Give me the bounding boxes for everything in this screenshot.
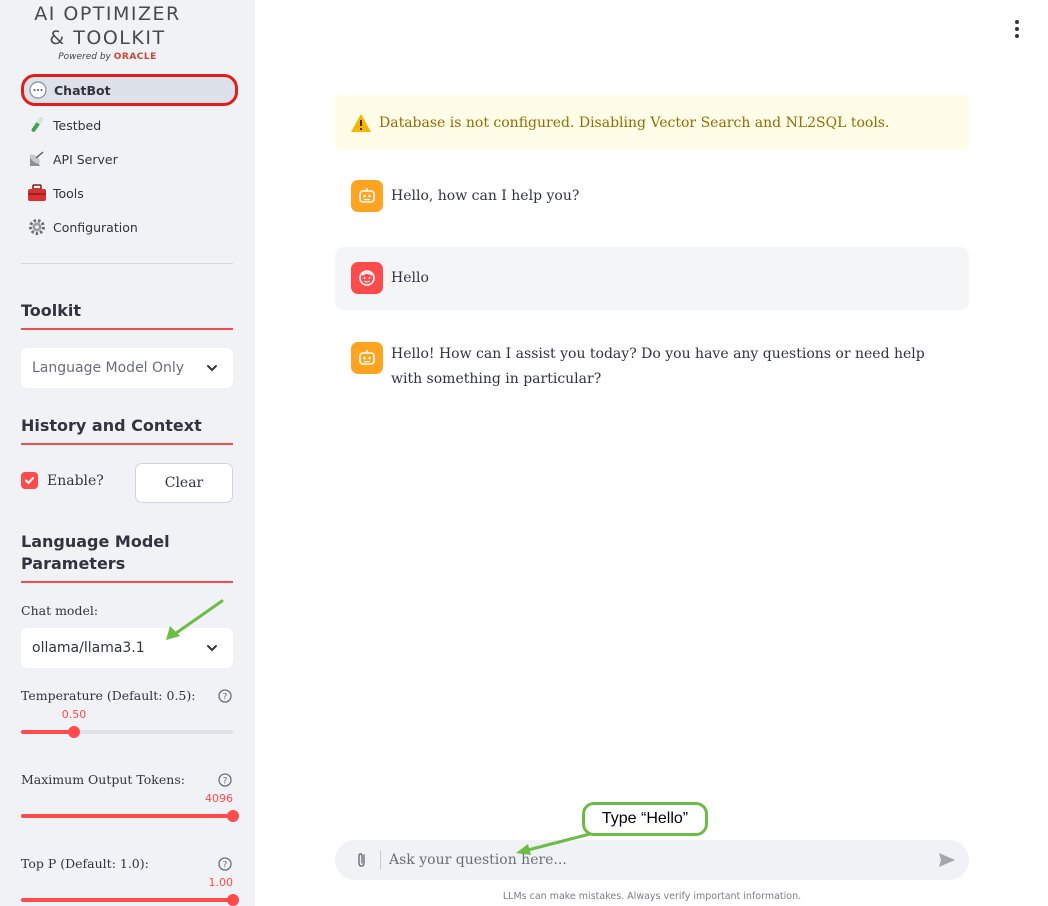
satellite-dish-icon [27, 149, 47, 169]
chat-input-bar [335, 840, 969, 880]
nav-label-chatbot: ChatBot [54, 82, 111, 98]
history-title: History and Context [21, 415, 233, 445]
svg-text:?: ? [223, 861, 228, 871]
warning-icon [351, 113, 371, 132]
send-icon[interactable] [937, 850, 957, 870]
menu-dot [1015, 20, 1019, 24]
logo-line-2: & TOOLKIT [49, 27, 166, 49]
nav-label-configuration: Configuration [53, 219, 138, 235]
warning-text: Database is not configured. Disabling Ve… [379, 114, 890, 131]
toolbox-icon [27, 183, 47, 203]
toolkit-select-value: Language Model Only [32, 360, 185, 376]
chat-model-value: ollama/llama3.1 [32, 640, 145, 656]
temperature-slider-thumb[interactable] [68, 726, 80, 738]
sidebar: AI OPTIMIZER & TOOLKIT Powered by ORACLE… [0, 0, 255, 906]
oracle-wordmark: ORACLE [113, 52, 157, 62]
menu-dot [1015, 27, 1019, 31]
nav-label-testbed: Testbed [53, 117, 102, 133]
input-separator [380, 850, 381, 870]
toolkit-title: Toolkit [21, 300, 233, 330]
top-p-slider-fill [21, 898, 233, 902]
toolkit-select[interactable]: Language Model Only [21, 348, 233, 388]
menu-dot [1015, 34, 1019, 38]
user-avatar-icon [351, 262, 383, 294]
chevron-down-icon [207, 365, 217, 372]
nav-label-api-server: API Server [53, 151, 118, 167]
max-tokens-slider[interactable] [21, 810, 239, 822]
annotation-bubble: Type “Hello” [582, 802, 708, 836]
message-text: Hello [391, 270, 429, 286]
clear-history-button[interactable]: Clear [135, 463, 233, 503]
chat-message-assistant: Hello, how can I help you? [335, 180, 969, 220]
nav-item-api-server[interactable]: API Server [21, 142, 238, 176]
history-enable-label: Enable? [47, 472, 104, 489]
nav-item-tools[interactable]: Tools [21, 176, 238, 210]
history-enable-row[interactable]: Enable? [21, 472, 104, 489]
sidebar-divider [21, 263, 233, 264]
lm-params-title: Language Model Parameters [21, 531, 233, 583]
top-p-slider-thumb[interactable] [227, 894, 239, 906]
test-tube-icon [27, 115, 47, 135]
chat-model-select[interactable]: ollama/llama3.1 [21, 628, 233, 668]
bot-avatar-icon [351, 342, 383, 374]
svg-text:?: ? [223, 693, 228, 703]
temperature-slider-fill [21, 730, 74, 734]
top-p-slider[interactable] [21, 894, 239, 906]
sidebar-nav: ChatBot Testbed API Server Tools Configu… [21, 74, 238, 244]
max-tokens-value: 4096 [205, 792, 233, 805]
chat-message-assistant: Hello! How can I assist you today? Do yo… [335, 338, 969, 398]
chevron-down-icon [207, 645, 217, 652]
logo-line-1: AI OPTIMIZER [34, 3, 181, 25]
history-enable-checkbox[interactable] [21, 472, 38, 489]
help-icon[interactable]: ? [218, 857, 232, 871]
max-tokens-slider-thumb[interactable] [227, 810, 239, 822]
temperature-label: Temperature (Default: 0.5): [21, 688, 196, 703]
main-menu-button[interactable] [1010, 20, 1024, 38]
max-tokens-slider-fill [21, 814, 233, 818]
chat-model-label: Chat model: [21, 603, 99, 618]
chat-bubble-icon [28, 80, 48, 100]
nav-item-configuration[interactable]: Configuration [21, 210, 238, 244]
help-icon[interactable]: ? [218, 689, 232, 703]
message-text: Hello, how can I help you? [391, 188, 580, 204]
database-warning-banner: Database is not configured. Disabling Ve… [335, 95, 969, 150]
bot-avatar-icon [351, 180, 383, 212]
temperature-slider[interactable] [21, 726, 233, 738]
nav-label-tools: Tools [53, 185, 84, 201]
svg-text:?: ? [223, 777, 228, 787]
powered-by: Powered by ORACLE [58, 52, 157, 62]
message-text: Hello! How can I assist you today? Do yo… [391, 346, 925, 387]
attachment-icon[interactable] [353, 851, 371, 869]
chat-input[interactable] [389, 852, 909, 868]
top-p-label: Top P (Default: 1.0): [21, 856, 149, 871]
disclaimer-text: LLMs can make mistakes. Always verify im… [502, 891, 802, 902]
top-p-value: 1.00 [208, 876, 234, 889]
help-icon[interactable]: ? [218, 773, 232, 787]
max-tokens-label: Maximum Output Tokens: [21, 772, 185, 787]
nav-item-chatbot[interactable]: ChatBot [21, 74, 238, 106]
check-icon [25, 477, 34, 485]
temperature-value: 0.50 [61, 708, 87, 721]
chat-message-user: Hello [335, 247, 969, 310]
app-logo: AI OPTIMIZER & TOOLKIT Powered by ORACLE [0, 2, 215, 63]
nav-item-testbed[interactable]: Testbed [21, 108, 238, 142]
gear-icon [27, 217, 47, 237]
